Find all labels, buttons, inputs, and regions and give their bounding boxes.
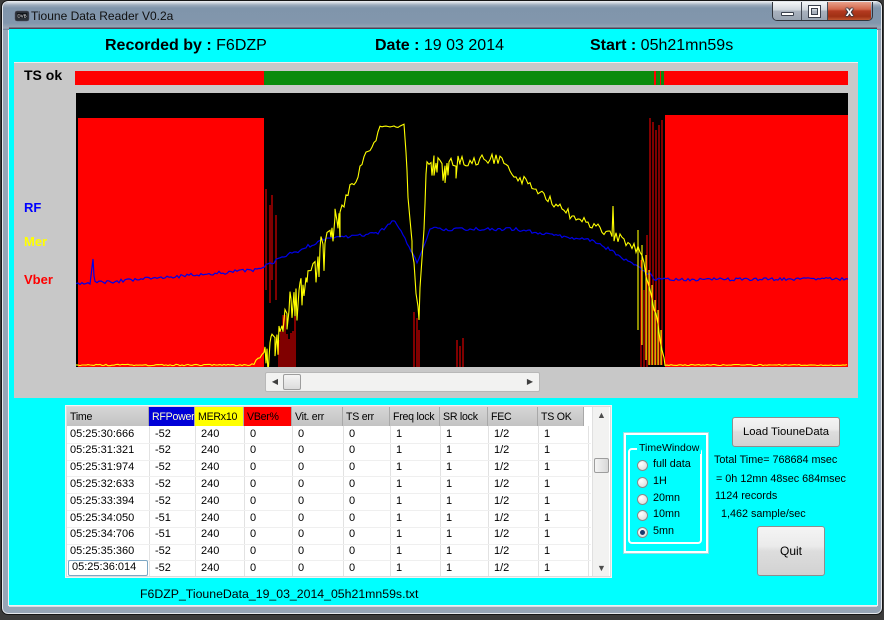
svg-text:DVB: DVB [17, 14, 26, 19]
